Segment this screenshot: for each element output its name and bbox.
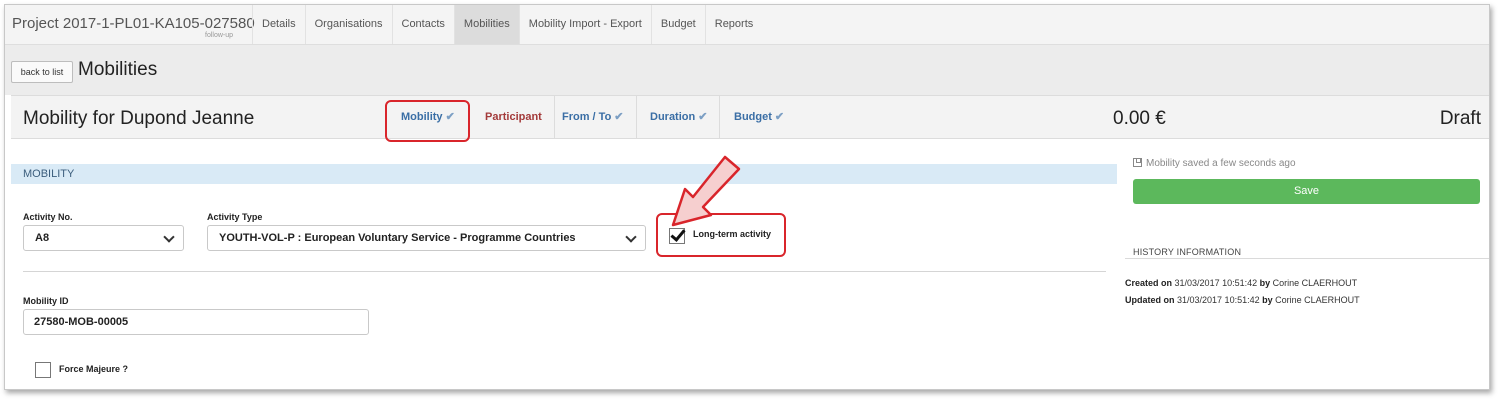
chevron-down-icon xyxy=(625,231,637,243)
activity-no-select[interactable]: A8 xyxy=(23,225,184,251)
page-header: back to list Mobilities xyxy=(5,45,1489,95)
history-created: Created on 31/03/2017 10:51:42 by Corine… xyxy=(1125,278,1357,288)
save-button[interactable]: Save xyxy=(1133,179,1480,204)
check-icon: ✔ xyxy=(774,111,785,123)
mobility-id-field[interactable]: 27580-MOB-00005 xyxy=(23,309,369,335)
step-budget[interactable]: Budget ✔ xyxy=(722,96,796,139)
page-title: Mobilities xyxy=(78,59,158,80)
divider xyxy=(23,271,1106,272)
mobility-id-label: Mobility ID xyxy=(23,296,69,306)
created-date: 31/03/2017 10:51:42 xyxy=(1174,278,1258,288)
tab-reports[interactable]: Reports xyxy=(704,5,763,44)
step-from-to-label: From / To xyxy=(562,111,612,123)
history-title: HISTORY INFORMATION xyxy=(1133,247,1242,257)
history-updated: Updated on 31/03/2017 10:51:42 by Corine… xyxy=(1125,295,1360,305)
created-prefix: Created on xyxy=(1125,278,1173,288)
arrow-icon xyxy=(671,155,741,227)
highlight-mobility-step xyxy=(385,100,470,142)
activity-type-select[interactable]: YOUTH-VOL-P : European Voluntary Service… xyxy=(207,225,646,251)
step-budget-label: Budget xyxy=(734,111,772,123)
created-user: Corine CLAERHOUT xyxy=(1272,278,1358,288)
check-icon: ✔ xyxy=(614,111,624,123)
updated-user: Corine CLAERHOUT xyxy=(1275,295,1360,305)
created-by: by xyxy=(1259,278,1271,288)
section-title: MOBILITY xyxy=(23,168,75,180)
activity-type-label: Activity Type xyxy=(207,212,263,222)
step-duration[interactable]: Duration ✔ xyxy=(638,96,721,139)
force-majeure-label: Force Majeure ? xyxy=(59,364,129,374)
activity-type-value: YOUTH-VOL-P : European Voluntary Service… xyxy=(219,232,576,244)
activity-no-label: Activity No. xyxy=(23,212,73,222)
nav-tabs: Details Organisations Contacts Mobilitie… xyxy=(252,5,762,44)
step-from-to[interactable]: From / To ✔ xyxy=(550,96,637,139)
tab-contacts[interactable]: Contacts xyxy=(391,5,454,44)
mobility-status: Draft xyxy=(1439,108,1481,129)
step-participant-label: Participant xyxy=(485,111,542,123)
app-window: Project 2017-1-PL01-KA105-027580 follow-… xyxy=(4,4,1490,390)
floppy-disk-icon xyxy=(1133,158,1142,167)
tab-mobilities[interactable]: Mobilities xyxy=(453,5,519,44)
step-duration-label: Duration xyxy=(650,111,696,123)
check-icon: ✔ xyxy=(698,111,708,123)
divider xyxy=(1125,258,1489,259)
tab-mobility-import-export[interactable]: Mobility Import - Export xyxy=(518,5,651,44)
mobility-id-value: 27580-MOB-00005 xyxy=(34,316,129,328)
updated-prefix: Updated on xyxy=(1125,295,1175,305)
mobility-name: Mobility for Dupond Jeanne xyxy=(23,108,255,129)
chevron-down-icon xyxy=(163,231,175,243)
updated-date: 31/03/2017 10:51:42 xyxy=(1177,295,1260,305)
force-majeure-checkbox[interactable] xyxy=(35,362,51,378)
saved-message-text: Mobility saved a few seconds ago xyxy=(1146,158,1296,169)
step-participant[interactable]: Participant xyxy=(473,96,555,139)
mobility-bar: Mobility for Dupond Jeanne Mobility ✔ Par… xyxy=(11,95,1489,139)
tab-details[interactable]: Details xyxy=(252,5,305,44)
project-title: Project 2017-1-PL01-KA105-027580 xyxy=(12,15,255,32)
top-nav: Project 2017-1-PL01-KA105-027580 follow-… xyxy=(5,5,1489,45)
section-header: MOBILITY xyxy=(11,164,1117,184)
saved-message: Mobility saved a few seconds ago xyxy=(1133,158,1296,169)
tab-budget[interactable]: Budget xyxy=(650,5,705,44)
project-subtitle: follow-up xyxy=(205,32,234,39)
back-to-list-button[interactable]: back to list xyxy=(11,61,73,83)
tab-organisations[interactable]: Organisations xyxy=(304,5,392,44)
activity-no-value: A8 xyxy=(35,232,50,244)
mobility-amount: 0.00 € xyxy=(1113,108,1166,129)
updated-by: by xyxy=(1262,295,1273,305)
